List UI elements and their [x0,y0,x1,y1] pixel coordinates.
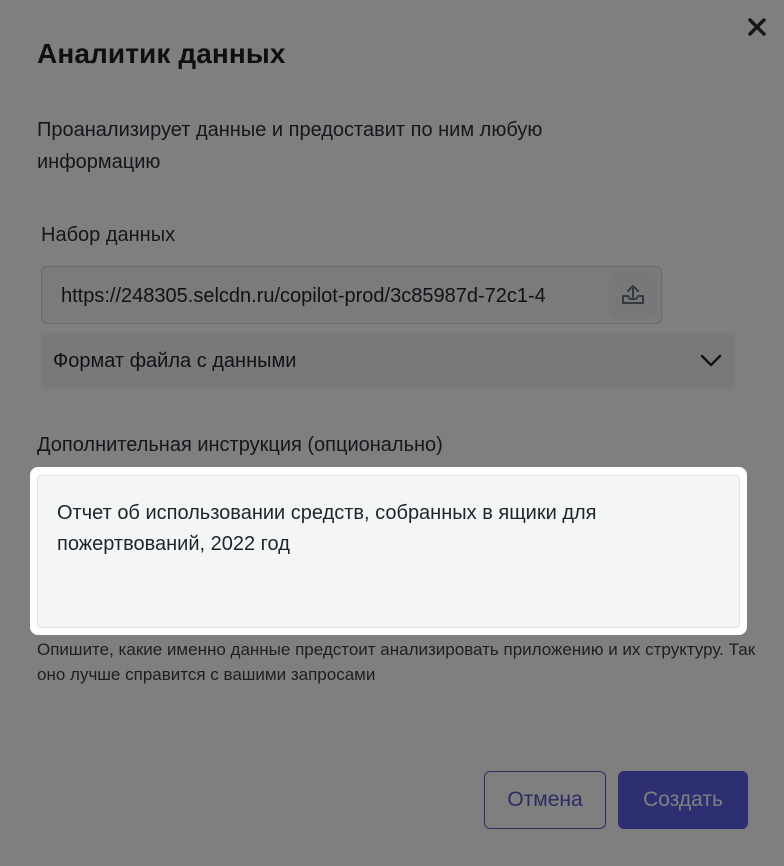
upload-icon [622,285,644,304]
create-button[interactable]: Создать [618,771,748,829]
dialog-title: Аналитик данных [37,38,286,69]
dataset-url-field[interactable]: https://248305.selcdn.ru/copilot-prod/3c… [41,266,662,324]
upload-button[interactable] [609,271,657,319]
chevron-down-icon [700,354,722,367]
instruction-textarea[interactable]: Отчет об использовании средств, собранны… [37,475,740,628]
instruction-highlight: Отчет об использовании средств, собранны… [30,467,747,635]
close-icon [748,18,766,36]
close-button[interactable] [744,14,770,40]
instruction-label: Дополнительная инструкция (опционально) [37,434,443,456]
dialog-description: Проанализирует данные и предоставит по н… [37,119,543,173]
instruction-hint: Опишите, какие именно данные предстоит а… [37,640,756,684]
file-format-label: Формат файла с данными [53,350,297,372]
file-format-select[interactable]: Формат файла с данными [41,333,735,389]
dataset-label: Набор данных [41,224,176,246]
cancel-button[interactable]: Отмена [484,771,606,829]
dataset-url-value: https://248305.selcdn.ru/copilot-prod/3c… [61,285,546,307]
dialog: Аналитик данных Проанализирует данные и … [0,0,784,866]
